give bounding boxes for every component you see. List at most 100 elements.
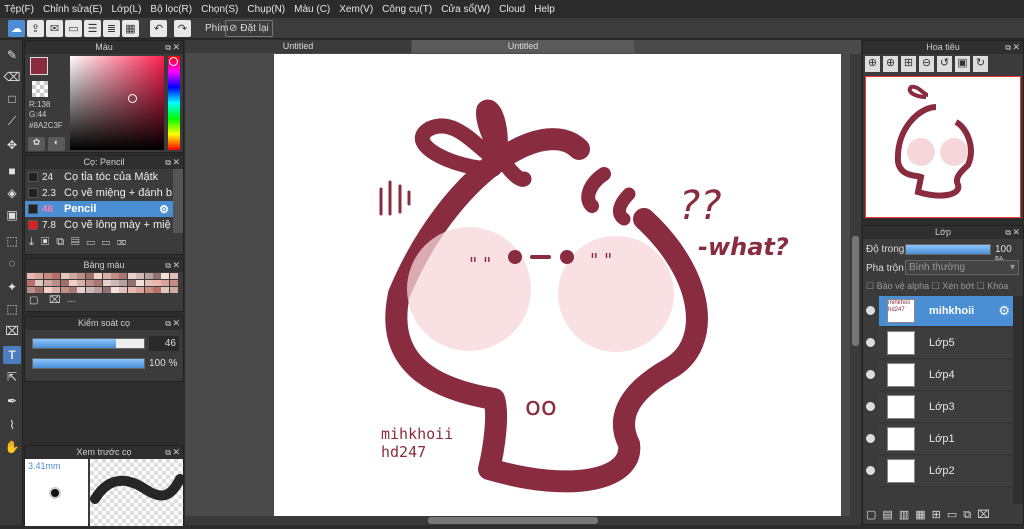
palette-swatch[interactable] (94, 280, 103, 286)
folder-icon[interactable]: ▭ (86, 236, 101, 248)
folder-icon[interactable]: ▭ (947, 509, 963, 521)
bucket-tool-icon[interactable]: ◈ (3, 184, 21, 202)
zoom-out-icon[interactable]: ⊖ (919, 56, 934, 72)
float-icon[interactable]: ⧉ (165, 317, 171, 330)
gear-icon[interactable]: ⚙ (159, 203, 169, 216)
clip-checkbox[interactable]: ☐ (932, 281, 943, 291)
brush-folder-icon[interactable]: ▭ (102, 236, 117, 248)
close-icon[interactable]: ✕ (172, 317, 180, 330)
gear-icon[interactable]: ⚙ (998, 303, 1010, 319)
palette-swatch[interactable] (52, 287, 61, 293)
close-icon[interactable]: ✕ (172, 156, 180, 169)
layer-row[interactable]: Lớp4 (879, 360, 1013, 391)
palette-swatch[interactable] (69, 273, 77, 279)
brush-download-icon[interactable]: ⤓ (29, 236, 41, 248)
menu-edit[interactable]: Chỉnh sửa(E) (43, 4, 103, 15)
fill-rect-icon[interactable]: ■ (3, 162, 21, 180)
palette-swatch[interactable] (35, 287, 44, 293)
brush-copy-icon[interactable]: ▤ (71, 236, 86, 248)
blend-mode-select[interactable]: Bình thường ▾ (905, 260, 1019, 275)
horizontal-scrollbar[interactable] (185, 516, 861, 525)
zoom-plus-icon[interactable]: ⊕ (883, 56, 898, 72)
palette-swatch[interactable] (127, 287, 136, 293)
palette-swatch[interactable] (119, 287, 128, 293)
lasso-icon[interactable]: ◌ (3, 254, 21, 272)
brush-scrollbar[interactable] (173, 169, 183, 233)
palette-swatch[interactable] (27, 287, 35, 293)
palette-swatch[interactable] (52, 273, 61, 279)
reset-button[interactable]: ⊘ Đặt lại (225, 20, 273, 37)
rect-select-icon[interactable]: □ (3, 90, 21, 108)
eye-icon[interactable] (866, 306, 875, 315)
saturation-field[interactable] (70, 56, 164, 150)
rotate-left-icon[interactable]: ↺ (937, 56, 952, 72)
text-tool-icon[interactable]: T (3, 346, 21, 364)
rotate-right-icon[interactable]: ↻ (973, 56, 988, 72)
menu-help[interactable]: Help (534, 4, 555, 15)
trash-icon[interactable]: ⌧ (117, 236, 133, 248)
palette-swatch[interactable] (77, 273, 86, 279)
eye-icon[interactable] (866, 402, 875, 411)
palette-swatch[interactable] (35, 273, 44, 279)
zoom-in-icon[interactable]: ⊕ (865, 56, 880, 72)
palette-swatch[interactable] (119, 280, 128, 286)
brush-add-icon[interactable]: ▣ (41, 236, 56, 248)
vertical-scrollbar[interactable] (850, 54, 861, 516)
float-icon[interactable]: ⧉ (165, 156, 171, 169)
palette-swatch[interactable] (77, 280, 86, 286)
menu-capture[interactable]: Chụp(N) (247, 4, 285, 15)
float-icon[interactable]: ⧉ (165, 259, 171, 272)
add-menu-icon[interactable]: ⊞ (932, 509, 947, 521)
palette-swatch[interactable] (102, 273, 111, 279)
list-icon[interactable]: ≣ (103, 20, 120, 37)
navigator-thumbnail[interactable] (865, 76, 1021, 218)
v-scroll-thumb[interactable] (852, 236, 859, 346)
menu-select[interactable]: Chọn(S) (201, 4, 238, 15)
palette-swatch[interactable] (153, 287, 161, 293)
tab-untitled-2[interactable]: Untitled (412, 40, 634, 53)
brush-item[interactable]: 24 Cọ tỉa tóc của Mậtk (25, 169, 173, 185)
layer-opacity-slider[interactable] (905, 244, 991, 255)
palette-swatch[interactable] (153, 280, 161, 286)
menu-file[interactable]: Tệp(F) (4, 4, 34, 15)
close-icon[interactable]: ✕ (172, 446, 180, 459)
palette-swatch[interactable] (85, 273, 94, 279)
brush-item-selected[interactable]: 46 Pencil ⚙ (25, 201, 173, 217)
palette-swatch[interactable] (144, 273, 153, 279)
close-icon[interactable]: ✕ (172, 41, 180, 54)
close-icon[interactable]: ✕ (1012, 41, 1020, 54)
palette-swatch[interactable] (60, 273, 69, 279)
palette-grid[interactable] (27, 273, 179, 293)
palette-swatch[interactable] (43, 280, 52, 286)
comment-icon[interactable]: ✉ (46, 20, 63, 37)
pen-tool-icon[interactable]: ✒ (3, 392, 21, 410)
redo-icon[interactable]: ↷ (174, 20, 191, 37)
palette-swatch[interactable] (111, 287, 119, 293)
hand-tool-icon[interactable]: ✋ (3, 438, 21, 456)
reset-view-icon[interactable]: ▣ (955, 56, 970, 72)
eye-icon[interactable] (866, 338, 875, 347)
palette-swatch[interactable] (127, 273, 136, 279)
palette-swatch[interactable] (85, 280, 94, 286)
line-tool-icon[interactable]: ⟋ (3, 112, 21, 130)
layer-row[interactable]: Lớp3 (879, 392, 1013, 423)
menu-layer[interactable]: Lớp(L) (112, 4, 142, 15)
h-scroll-thumb[interactable] (428, 517, 598, 524)
palette-swatch[interactable] (169, 287, 178, 293)
tab-untitled-1[interactable]: Untitled (185, 40, 411, 53)
palette-swatch[interactable] (35, 280, 44, 286)
eye-icon[interactable] (866, 434, 875, 443)
main-color-swatch[interactable] (30, 57, 48, 75)
palette-swatch[interactable] (153, 273, 161, 279)
palette-swatch[interactable] (69, 287, 77, 293)
magic-wand-icon[interactable]: ✦ (3, 278, 21, 296)
fit-icon[interactable]: ⊞ (901, 56, 916, 72)
layer-row[interactable]: Lớp2 (879, 456, 1013, 487)
cloud-icon[interactable]: ☁ (8, 20, 25, 37)
brush-duplicate-icon[interactable]: ⧉ (56, 236, 71, 248)
menu-filter[interactable]: Bộ lọc(R) (150, 4, 192, 15)
layers-scrollbar[interactable] (1013, 296, 1023, 504)
palette-swatch[interactable] (77, 287, 86, 293)
palette-swatch[interactable] (85, 287, 94, 293)
lock-checkbox[interactable]: ☐ (977, 281, 988, 291)
